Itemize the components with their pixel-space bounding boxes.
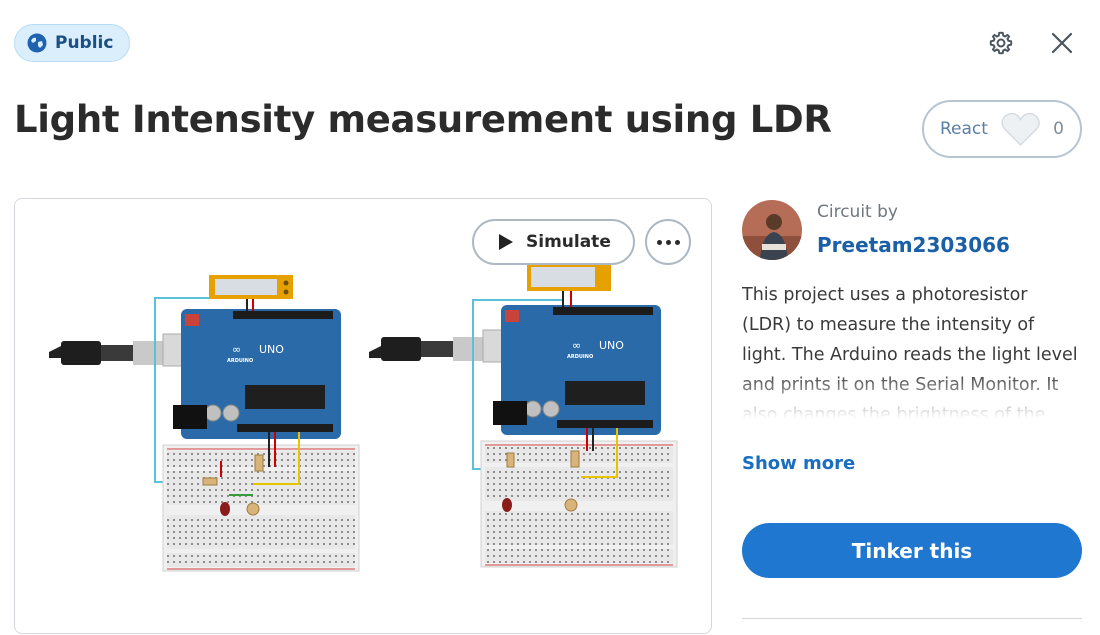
heart-icon	[1001, 112, 1040, 146]
board-label: UNO	[259, 343, 284, 356]
project-description: This project uses a photoresistor (LDR) …	[742, 280, 1082, 424]
board-brand: ARDUINO	[567, 354, 593, 360]
author-avatar[interactable]	[742, 200, 802, 260]
tinker-this-button[interactable]: Tinker this	[742, 523, 1082, 578]
simulate-label: Simulate	[526, 232, 611, 252]
circuit-preview[interactable]: ∞ UNO ARDUINO ∞ UNO ARDUINO Simulate	[14, 198, 712, 634]
more-options-button[interactable]	[645, 219, 691, 265]
show-more-link[interactable]: Show more	[742, 453, 855, 474]
divider	[742, 618, 1082, 619]
left-circuit: ∞ UNO ARDUINO	[49, 275, 360, 572]
project-title: Light Intensity measurement using LDR	[14, 98, 832, 141]
settings-button[interactable]	[984, 26, 1018, 60]
play-icon	[499, 234, 513, 250]
close-icon	[1051, 32, 1073, 54]
react-label: React	[940, 119, 988, 139]
gear-icon	[989, 31, 1013, 55]
avatar-image	[742, 200, 802, 260]
author-name-link[interactable]: Preetam2303066	[817, 233, 1010, 257]
react-count: 0	[1053, 119, 1064, 139]
board-brand: ARDUINO	[227, 358, 253, 364]
react-button[interactable]: React 0	[922, 100, 1082, 158]
circuit-by-label: Circuit by	[817, 202, 898, 222]
globe-icon	[27, 33, 47, 53]
simulate-button[interactable]: Simulate	[472, 219, 635, 265]
visibility-badge[interactable]: Public	[14, 24, 131, 62]
board-label: UNO	[599, 339, 624, 352]
close-button[interactable]	[1045, 26, 1079, 60]
board-logo: ∞	[232, 343, 241, 356]
board-logo: ∞	[572, 339, 581, 352]
visibility-label: Public	[55, 33, 114, 53]
more-options-icon	[656, 239, 662, 245]
right-circuit: ∞ UNO ARDUINO	[369, 263, 678, 568]
